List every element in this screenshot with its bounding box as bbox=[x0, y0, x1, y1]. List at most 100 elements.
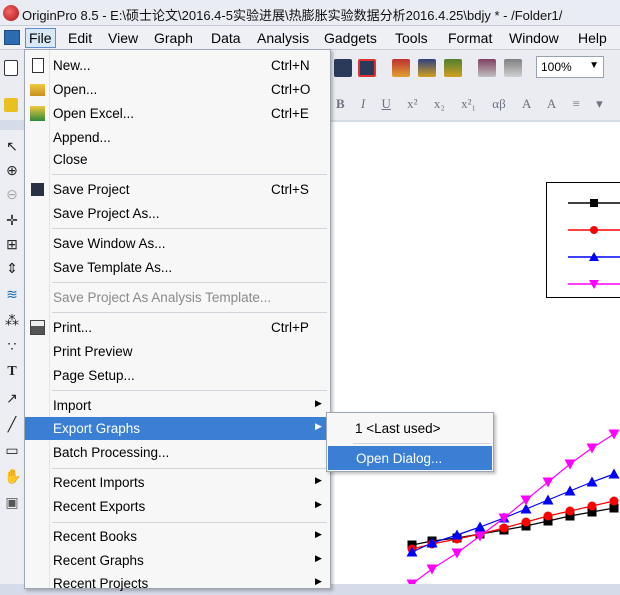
menu-item-label: Print Preview bbox=[53, 344, 133, 359]
data-point bbox=[565, 506, 575, 516]
submenu-item-open-dialog[interactable]: Open Dialog... bbox=[328, 446, 492, 470]
italic-button[interactable]: I bbox=[361, 96, 365, 111]
align-button[interactable]: ≡ bbox=[573, 96, 580, 111]
menu-item-label: New... bbox=[53, 58, 91, 73]
submenu-arrow-icon: ▶ bbox=[315, 499, 322, 509]
data-point bbox=[426, 564, 438, 575]
graph-plot bbox=[406, 199, 620, 584]
subscript-button[interactable]: x₂ bbox=[434, 96, 445, 111]
legend-marker bbox=[590, 226, 598, 234]
menu-item-label: Export Graphs bbox=[53, 421, 141, 436]
text-tool-icon[interactable]: T bbox=[4, 364, 20, 380]
data-reader-icon[interactable]: ⊞ bbox=[4, 236, 20, 252]
regional-mask-icon[interactable]: ⁂ bbox=[4, 312, 20, 328]
menu-item-save-window-as[interactable]: Save Window As... bbox=[25, 232, 330, 255]
zoom-value: 100% bbox=[541, 60, 572, 74]
menu-item-new[interactable]: New... Ctrl+N bbox=[25, 54, 330, 77]
menu-item-print[interactable]: Print... Ctrl+P bbox=[25, 316, 330, 339]
zoom-in-icon[interactable]: ⊕ bbox=[4, 162, 20, 178]
menu-item-recent-imports[interactable]: Recent Imports ▶ bbox=[25, 471, 330, 494]
menu-file[interactable]: File bbox=[25, 28, 56, 48]
menu-item-save-project[interactable]: Save Project Ctrl+S bbox=[25, 178, 330, 201]
menu-edit[interactable]: Edit bbox=[65, 29, 95, 47]
menu-analysis[interactable]: Analysis bbox=[254, 29, 312, 47]
data-selector-icon[interactable]: ⇕ bbox=[4, 260, 20, 276]
save-icon bbox=[31, 183, 44, 196]
menu-item-page-setup[interactable]: Page Setup... bbox=[25, 364, 330, 387]
refresh-icon[interactable] bbox=[504, 59, 522, 77]
menu-separator bbox=[52, 522, 327, 523]
menu-item-print-preview[interactable]: Print Preview bbox=[25, 340, 330, 363]
save-toolbar-icon[interactable] bbox=[334, 59, 352, 77]
menu-item-label: Page Setup... bbox=[53, 368, 135, 383]
menu-item-open-excel[interactable]: Open Excel... Ctrl+E bbox=[25, 102, 330, 125]
rectangle-tool-icon[interactable]: ▭ bbox=[4, 442, 20, 458]
window-control-icon[interactable] bbox=[4, 30, 20, 45]
zoom-select[interactable]: 100% ▼ bbox=[536, 56, 604, 78]
submenu-item-last-used[interactable]: 1 <Last used> bbox=[327, 416, 493, 440]
menu-item-recent-books[interactable]: Recent Books ▶ bbox=[25, 525, 330, 548]
new-doc-icon bbox=[32, 58, 44, 73]
chevron-down-icon: ▼ bbox=[589, 60, 599, 71]
menu-item-label: Open Excel... bbox=[53, 106, 135, 121]
menu-data[interactable]: Data bbox=[208, 29, 244, 47]
import-icon[interactable] bbox=[392, 59, 410, 77]
menu-item-batch-processing[interactable]: Batch Processing... bbox=[25, 441, 330, 464]
duplicate-icon[interactable] bbox=[478, 59, 496, 77]
menu-item-append[interactable]: Append... bbox=[25, 126, 330, 149]
mask-points-icon[interactable]: ∵ bbox=[4, 338, 20, 354]
menu-graph[interactable]: Graph bbox=[151, 29, 196, 47]
menu-item-label: Recent Exports bbox=[53, 499, 146, 514]
menu-tools[interactable]: Tools bbox=[392, 29, 431, 47]
menu-item-export-graphs[interactable]: Export Graphs ▶ bbox=[25, 417, 330, 440]
menu-separator bbox=[52, 282, 327, 283]
menu-item-label: Append... bbox=[53, 130, 111, 145]
supersubscript-button[interactable]: x²₁ bbox=[461, 96, 476, 111]
data-point bbox=[586, 476, 598, 487]
menu-help[interactable]: Help bbox=[575, 29, 610, 47]
menu-gadgets[interactable]: Gadgets bbox=[321, 29, 380, 47]
import-wizard-icon[interactable] bbox=[444, 59, 462, 77]
menu-item-save-template-as[interactable]: Save Template As... bbox=[25, 256, 330, 279]
decrease-font-button[interactable]: A bbox=[547, 96, 556, 111]
graph-icon[interactable]: ▣ bbox=[4, 494, 20, 510]
origin-app-icon[interactable] bbox=[3, 5, 19, 21]
menu-bar: File Edit View Graph Data Analysis Gadge… bbox=[0, 26, 620, 50]
format-toolbar: B I U x² x₂ x²₁ αβ A A ≡ ▾ bbox=[336, 96, 616, 112]
line-tool-icon[interactable]: ╱ bbox=[4, 416, 20, 432]
menu-item-recent-exports[interactable]: Recent Exports ▶ bbox=[25, 495, 330, 518]
arrow-tool-icon[interactable]: ↗ bbox=[4, 390, 20, 406]
data-point bbox=[406, 579, 418, 584]
menu-item-save-analysis-template: Save Project As Analysis Template... bbox=[25, 286, 330, 309]
data-point bbox=[474, 521, 486, 532]
menu-window[interactable]: Window bbox=[506, 29, 562, 47]
draw-data-icon[interactable]: ≋ bbox=[4, 286, 20, 302]
menu-format[interactable]: Format bbox=[445, 29, 495, 47]
hand-icon[interactable]: ✋ bbox=[4, 468, 21, 484]
new-doc-toolbar-icon[interactable] bbox=[4, 60, 18, 76]
import-multiple-icon[interactable] bbox=[418, 59, 436, 77]
menu-item-label: Open... bbox=[53, 82, 98, 97]
greek-button[interactable]: αβ bbox=[492, 96, 505, 111]
menu-item-label: Batch Processing... bbox=[53, 445, 170, 460]
data-point bbox=[564, 459, 576, 470]
menu-separator bbox=[52, 174, 327, 175]
menu-item-recent-graphs[interactable]: Recent Graphs ▶ bbox=[25, 549, 330, 572]
superscript-button[interactable]: x² bbox=[407, 96, 417, 111]
menu-item-import[interactable]: Import ▶ bbox=[25, 394, 330, 417]
save-template-icon[interactable] bbox=[358, 59, 376, 77]
screen-reader-icon[interactable]: ✛ bbox=[4, 212, 20, 228]
menu-separator bbox=[52, 228, 327, 229]
open-toolbar-icon[interactable] bbox=[4, 98, 18, 112]
zoom-out-icon[interactable]: ⊖ bbox=[4, 186, 20, 202]
menu-item-close[interactable]: Close bbox=[25, 148, 330, 171]
bold-button[interactable]: B bbox=[336, 96, 345, 111]
menu-view[interactable]: View bbox=[105, 29, 141, 47]
underline-button[interactable]: U bbox=[382, 96, 391, 111]
menu-item-save-project-as[interactable]: Save Project As... bbox=[25, 202, 330, 225]
menu-item-open[interactable]: Open... Ctrl+O bbox=[25, 78, 330, 101]
pointer-icon[interactable]: ↖ bbox=[4, 138, 20, 154]
submenu-item-label: 1 <Last used> bbox=[355, 421, 441, 436]
align-dropdown-icon[interactable]: ▾ bbox=[596, 96, 603, 111]
increase-font-button[interactable]: A bbox=[522, 96, 531, 111]
